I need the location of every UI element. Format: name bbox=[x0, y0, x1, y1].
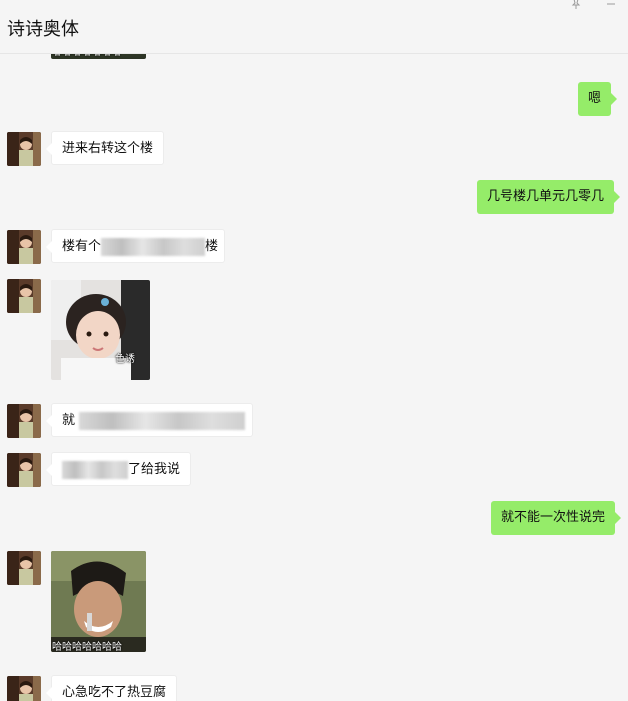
message-bubble-in[interactable]: 心急吃不了热豆腐 bbox=[45, 675, 178, 701]
contact-avatar[interactable] bbox=[7, 230, 41, 264]
message-text-tail: 楼 bbox=[205, 239, 219, 254]
message-bubble-in[interactable]: 就 bbox=[46, 403, 253, 437]
sticker-image[interactable]: 哈哈哈哈哈哈哈 bbox=[51, 551, 146, 652]
contact-avatar[interactable] bbox=[7, 453, 41, 487]
chat-title: 诗诗奥体 bbox=[7, 19, 79, 40]
pin-icon[interactable] bbox=[571, 0, 581, 12]
redaction-mask bbox=[79, 411, 246, 430]
sticker-caption: 哈哈哈哈哈哈哈 bbox=[52, 642, 122, 652]
contact-avatar[interactable] bbox=[7, 404, 41, 438]
message-text: 心急吃不了热豆腐 bbox=[62, 685, 167, 700]
message-text: 就 bbox=[62, 413, 76, 428]
message-text: 几号楼几单元几零几 bbox=[487, 189, 605, 204]
message-text-tail: 了给我说 bbox=[128, 462, 181, 477]
message-text: 进来右转这个楼 bbox=[62, 141, 154, 156]
minimize-icon[interactable] bbox=[606, 0, 616, 11]
message-bubble-in[interactable]: 了给我说 bbox=[46, 452, 191, 486]
message-text: 就不能一次性说完 bbox=[501, 510, 606, 525]
redaction-mask bbox=[62, 460, 128, 479]
chat-area[interactable]: 哈哈哈哈哈哈哈 嗯 进来右转这个楼 几号楼几单元几零几 楼有个 楼 bbox=[0, 0, 628, 701]
contact-avatar[interactable] bbox=[7, 132, 41, 166]
message-text: 嗯 bbox=[588, 91, 602, 106]
contact-avatar[interactable] bbox=[7, 676, 41, 701]
chat-header: 诗诗奥体 bbox=[0, 0, 628, 54]
sticker-image[interactable]: 色诱 bbox=[51, 280, 150, 380]
redaction-mask bbox=[101, 237, 206, 256]
contact-avatar[interactable] bbox=[7, 279, 41, 313]
message-bubble-in[interactable]: 楼有个 楼 bbox=[46, 229, 225, 263]
message-bubble-out[interactable]: 就不能一次性说完 bbox=[491, 501, 622, 535]
sticker-caption: 色诱 bbox=[115, 354, 135, 365]
message-bubble-out[interactable]: 嗯 bbox=[578, 82, 618, 116]
message-bubble-out[interactable]: 几号楼几单元几零几 bbox=[477, 180, 621, 214]
message-bubble-in[interactable]: 进来右转这个楼 bbox=[45, 131, 165, 165]
message-text: 楼有个 bbox=[62, 239, 102, 254]
contact-avatar[interactable] bbox=[7, 551, 41, 585]
